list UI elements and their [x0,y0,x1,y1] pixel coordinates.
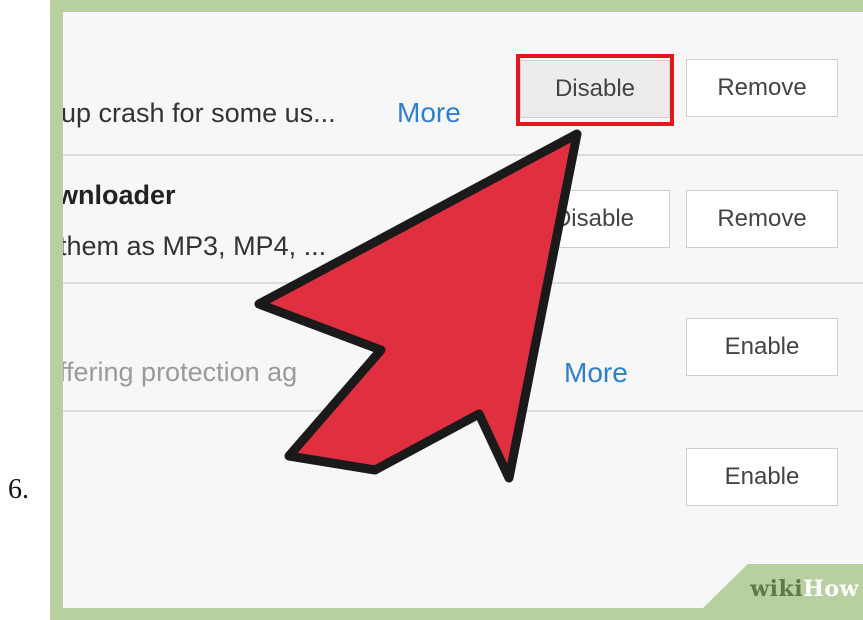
watermark-wiki: wiki [750,576,804,602]
watermark-how: How [803,576,859,602]
arrow-pointer-icon [254,129,582,483]
screenshot-frame: up crash for some us... More Disable Rem… [50,0,863,620]
extensions-panel: up crash for some us... More Disable Rem… [63,12,863,608]
wikihow-watermark: wikiHow [750,576,859,602]
step-number: 6. [8,474,29,505]
